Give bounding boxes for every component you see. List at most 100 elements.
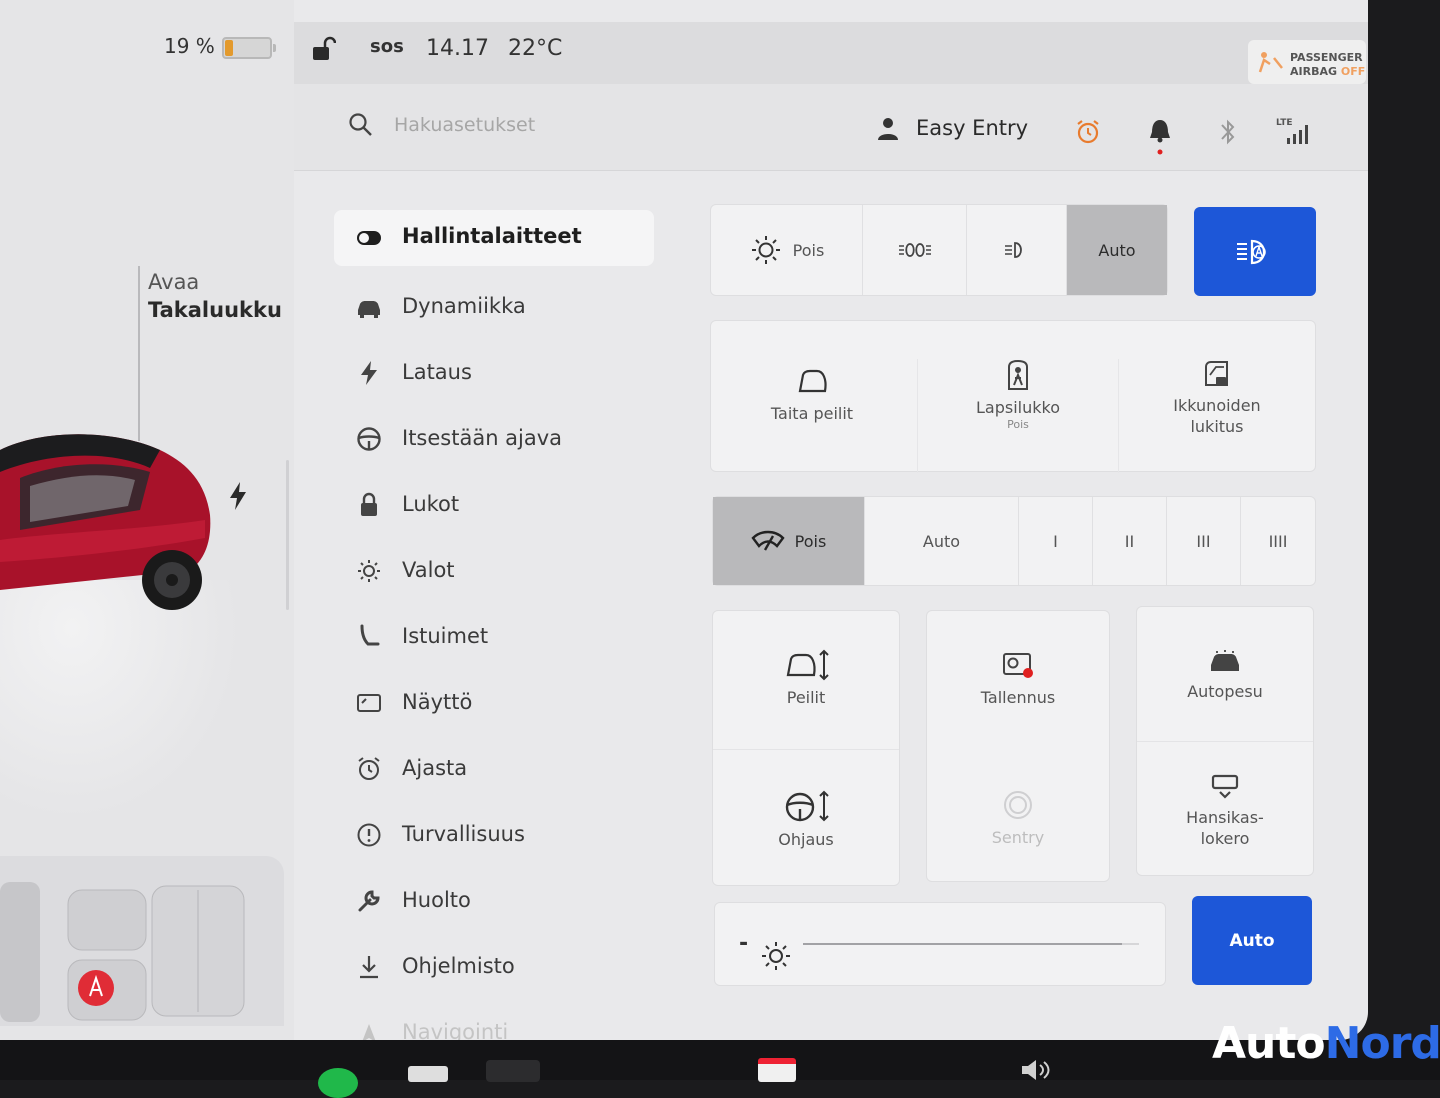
nav-item-turvallisuus[interactable]: Turvallisuus — [334, 804, 654, 870]
parking-lights-option[interactable] — [863, 205, 967, 295]
car-pane-scrollbar — [286, 460, 289, 610]
nav-item-lukot[interactable]: Lukot — [334, 474, 654, 540]
sentry-mode-label: Sentry — [991, 828, 1045, 847]
child-lock-button[interactable]: Lapsilukko Pois — [917, 359, 1119, 473]
nav-item-naytto[interactable]: Näyttö — [334, 672, 654, 738]
nav-item-label: Hallintalaitteet — [402, 224, 582, 248]
settings-nav: Hallintalaitteet Dynamiikka Lataus Itses… — [334, 210, 654, 1040]
brightness-auto-button[interactable]: Auto — [1192, 896, 1312, 985]
sos-button[interactable]: sos — [370, 36, 404, 57]
mirror-adjust-label: Peilit — [786, 688, 826, 707]
wipers-speed-label: I — [1053, 531, 1058, 551]
low-beam-icon — [1004, 242, 1022, 258]
tile-divider — [713, 749, 899, 750]
nav-item-lataus[interactable]: Lataus — [334, 342, 654, 408]
mirror-adjust-button[interactable]: Peilit — [713, 649, 899, 708]
parking-lights-icon — [898, 243, 931, 257]
nav-item-huolto[interactable]: Huolto — [334, 870, 654, 936]
auto-high-beam-icon — [1237, 239, 1266, 264]
alarm-clock-icon[interactable] — [1074, 118, 1102, 146]
steering-adjust-button[interactable]: Ohjaus — [713, 789, 899, 850]
nav-item-itsestaan-ajava[interactable]: Itsestään ajava — [334, 408, 654, 474]
volume-icon[interactable] — [1018, 1060, 1054, 1080]
trunk-divider — [138, 266, 140, 441]
brightness-minus[interactable]: - — [739, 931, 748, 956]
nav-item-label: Näyttö — [402, 690, 473, 714]
airbag-label-line2: AIRBAG OFF — [1290, 65, 1365, 78]
wipers-speed-1-option[interactable]: I — [1019, 497, 1093, 585]
window-lock-button[interactable]: Ikkunoiden lukitus — [1117, 359, 1317, 437]
wipers-off-option[interactable]: Pois — [713, 497, 865, 585]
seat-map-icon[interactable] — [0, 856, 284, 1026]
child-lock-icon — [1008, 359, 1028, 390]
wrench-icon — [358, 890, 380, 912]
alert-icon — [357, 823, 381, 847]
wipers-speed-2-option[interactable]: II — [1093, 497, 1167, 585]
wipers-speed-4-option[interactable]: IIII — [1241, 497, 1315, 585]
wipers-auto-option[interactable]: Auto — [865, 497, 1019, 585]
low-beam-option[interactable] — [967, 205, 1067, 295]
phone-app-icon[interactable] — [318, 1068, 358, 1098]
nav-item-valot[interactable]: Valot — [334, 540, 654, 606]
brightness-sun-icon — [762, 942, 790, 970]
nav-item-label: Istuimet — [402, 624, 489, 648]
auto-high-beam-button[interactable] — [1194, 207, 1316, 296]
brightness-slider-track[interactable] — [803, 943, 1139, 945]
open-trunk-button[interactable]: Avaa Takaluukku — [148, 268, 282, 324]
nav-item-ajasta[interactable]: Ajasta — [334, 738, 654, 804]
nav-item-label: Lataus — [402, 360, 472, 384]
signal-bars-icon — [1287, 125, 1308, 144]
touchscreen: 19 % Avaa Takaluukku sos 14.17 22°C PASS… — [0, 0, 1368, 1040]
mirrors-steering-panel: Peilit Ohjaus — [712, 610, 900, 886]
calendar-app-icon[interactable] — [758, 1058, 796, 1082]
profile-name: Easy Entry — [916, 116, 1029, 140]
car-wash-button[interactable]: Autopesu — [1137, 649, 1313, 702]
notification-bell-icon[interactable] — [1148, 118, 1172, 158]
glovebox-icon — [1211, 774, 1239, 799]
status-bar: sos 14.17 22°C PASSENGER AIRBAG OFF — [294, 22, 1368, 84]
search-settings-input[interactable] — [394, 110, 694, 140]
car-wash-label: Autopesu — [1187, 682, 1263, 701]
nav-item-dynamiikka[interactable]: Dynamiikka — [334, 276, 654, 342]
nav-item-ohjelmisto[interactable]: Ohjelmisto — [334, 936, 654, 1002]
wipers-speed-3-option[interactable]: III — [1167, 497, 1241, 585]
nav-item-label: Navigointi — [402, 1020, 509, 1040]
sentry-mode-button[interactable]: Sentry — [927, 789, 1109, 848]
car-image[interactable] — [0, 420, 230, 620]
watermark-part1: Auto — [1212, 1018, 1326, 1069]
car-wash-icon — [1211, 650, 1239, 671]
glovebox-button[interactable]: Hansikas- lokero — [1137, 773, 1313, 849]
nav-item-istuimet[interactable]: Istuimet — [334, 606, 654, 672]
wipers-speed-label: II — [1124, 531, 1135, 551]
headlights-auto-option[interactable]: Auto — [1067, 205, 1167, 295]
light-icon — [358, 560, 380, 582]
child-lock-label: Lapsilukko — [976, 398, 1060, 417]
bluetooth-icon[interactable] — [1218, 118, 1238, 146]
nav-item-label: Turvallisuus — [402, 822, 525, 846]
steering-adjust-icon — [785, 790, 829, 822]
nav-item-label: Ohjelmisto — [402, 954, 515, 978]
display-brightness-control: - — [714, 902, 1166, 986]
search-icon[interactable] — [348, 112, 374, 138]
nav-item-label: Itsestään ajava — [402, 426, 563, 450]
nav-item-label: Dynamiikka — [402, 294, 526, 318]
energy-app-icon[interactable] — [486, 1060, 540, 1082]
sentry-icon — [1004, 791, 1032, 819]
headlights-auto-label: Auto — [1098, 240, 1136, 260]
fold-mirrors-button[interactable]: Taita peilit — [711, 369, 913, 424]
headlights-off-option[interactable]: Pois — [711, 205, 863, 295]
glovebox-label-line2: lokero — [1200, 829, 1250, 848]
car-pane: 19 % Avaa Takaluukku — [0, 0, 294, 1040]
wipers-speed-label: III — [1196, 531, 1211, 551]
dashcam-icon — [1003, 653, 1033, 678]
charge-port-icon[interactable] — [228, 482, 248, 510]
nav-item-hallintalaitteet[interactable]: Hallintalaitteet — [334, 210, 654, 266]
window-lock-label-line2: lukitus — [1190, 417, 1244, 436]
car-icon — [358, 301, 380, 318]
unlock-icon[interactable] — [310, 36, 336, 62]
window-lock-label-line1: Ikkunoiden — [1173, 396, 1261, 415]
airbag-word: AIRBAG — [1290, 65, 1338, 78]
dashcam-recording-button[interactable]: Tallennus — [927, 651, 1109, 708]
nav-item-navigointi[interactable]: Navigointi — [334, 1002, 654, 1040]
seat-heater-panel — [0, 856, 284, 1026]
